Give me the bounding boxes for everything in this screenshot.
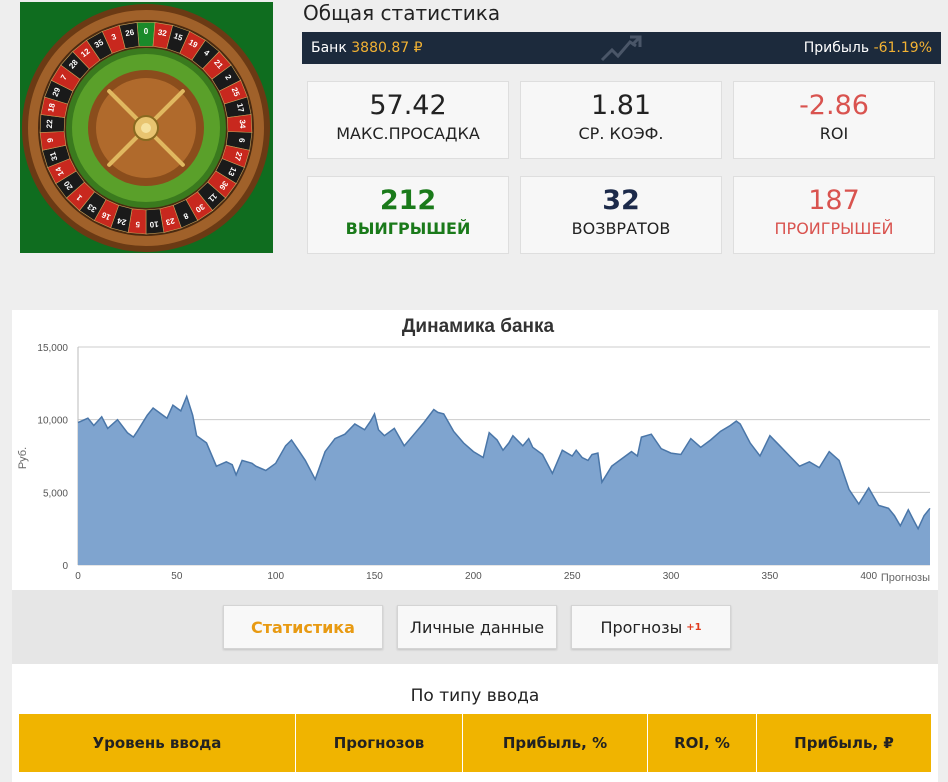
stat-card-avg-coef: 1.81 СР. КОЭФ. xyxy=(520,81,722,159)
stat-card-roi: -2.86 ROI xyxy=(733,81,935,159)
stat-value: 212 xyxy=(379,185,437,216)
bank-label: Банк xyxy=(311,40,347,56)
chart-xlabel: Прогнозы xyxy=(881,572,930,584)
tab-label: Статистика xyxy=(251,617,355,637)
wheel-number: 22 xyxy=(45,119,54,129)
column-header[interactable]: Прибыль, ₽ xyxy=(757,714,931,772)
wheel-number: 10 xyxy=(149,219,159,229)
roulette-wheel-icon: 0 32 1519421225173462713361130823105241633… xyxy=(20,2,273,253)
stat-label: СР. КОЭФ. xyxy=(578,124,664,143)
x-tick-label: 350 xyxy=(762,571,779,582)
trend-icon xyxy=(600,35,642,62)
x-tick-label: 250 xyxy=(564,571,581,582)
stat-card-losses: 187 ПРОИГРЫШЕЙ xyxy=(733,176,935,254)
y-tick-label: 0 xyxy=(62,561,68,572)
column-header[interactable]: Уровень ввода xyxy=(19,714,296,772)
x-tick-label: 150 xyxy=(366,571,383,582)
column-header[interactable]: Прогнозов xyxy=(296,714,463,772)
bank-chart: Динамика банка Руб. Прогнозы 0 5,000 10,00… xyxy=(12,310,938,590)
stat-card-max-drawdown: 57.42 МАКС.ПРОСАДКА xyxy=(307,81,509,159)
notification-badge: +1 xyxy=(686,621,702,633)
stat-label: ROI xyxy=(819,124,849,143)
column-header[interactable]: ROI, % xyxy=(648,714,757,772)
table-header: Уровень ввода Прогнозов Прибыль, % ROI, … xyxy=(19,714,931,772)
stat-label: ВОЗВРАТОВ xyxy=(571,219,671,238)
avatar: 0 32 15 19 4 21 2 25 17 34 6 27 13 36 11 30 8 23 10 5 24 16 33… xyxy=(20,2,273,253)
section-title: По типу ввода xyxy=(410,686,540,706)
stat-value: 1.81 xyxy=(590,90,652,121)
tab-label: Личные данные xyxy=(409,617,545,637)
bank-value: 3880.87 ₽ xyxy=(351,40,423,56)
bank-chart-svg: Динамика банка Руб. Прогнозы 0 5,000 10,00… xyxy=(17,316,931,584)
profit-label: Прибыль xyxy=(803,40,870,56)
tab-statistics[interactable]: Статистика xyxy=(223,605,383,649)
stat-value: 32 xyxy=(602,185,640,216)
stat-label: МАКС.ПРОСАДКА xyxy=(336,124,480,143)
stat-value: 57.42 xyxy=(369,90,447,121)
tab-personal-data[interactable]: Личные данные xyxy=(397,605,557,649)
stat-card-returns: 32 ВОЗВРАТОВ xyxy=(520,176,722,254)
tab-label: Прогнозы xyxy=(600,617,683,637)
profit-info: Прибыль -61.19% xyxy=(804,40,932,56)
chart-ylabel: Руб. xyxy=(17,447,29,469)
profit-value: -61.19% xyxy=(873,40,932,56)
x-tick-label: 400 xyxy=(860,571,877,582)
bank-area-fill xyxy=(78,396,930,565)
wheel-number: 0 xyxy=(144,27,149,36)
stat-card-wins: 212 ВЫИГРЫШЕЙ xyxy=(307,176,509,254)
column-header[interactable]: Прибыль, % xyxy=(463,714,648,772)
tab-bar: Статистика Личные данные Прогнозы +1 xyxy=(12,590,938,664)
x-tick-label: 0 xyxy=(75,571,81,582)
y-tick-label: 5,000 xyxy=(43,488,68,499)
bank-info: Банк 3880.87 ₽ xyxy=(311,40,423,56)
y-tick-label: 10,000 xyxy=(37,416,68,427)
wheel-number: 34 xyxy=(238,119,247,129)
page-title: Общая статистика xyxy=(303,1,501,25)
tab-predictions[interactable]: Прогнозы +1 xyxy=(571,605,731,649)
chart-title: Динамика банка xyxy=(402,316,555,337)
stat-label: ВЫИГРЫШЕЙ xyxy=(345,219,471,238)
stat-value: 187 xyxy=(808,185,860,216)
stat-value: -2.86 xyxy=(799,90,869,121)
x-tick-label: 300 xyxy=(663,571,680,582)
entry-type-section: По типу ввода Уровень ввода Прогнозов Пр… xyxy=(12,664,938,782)
x-tick-label: 50 xyxy=(171,571,183,582)
y-tick-label: 15,000 xyxy=(37,343,68,354)
x-tick-label: 100 xyxy=(267,571,284,582)
bank-bar: Банк 3880.87 ₽ Прибыль -61.19% xyxy=(302,32,941,64)
stat-label: ПРОИГРЫШЕЙ xyxy=(774,219,894,238)
x-tick-label: 200 xyxy=(465,571,482,582)
